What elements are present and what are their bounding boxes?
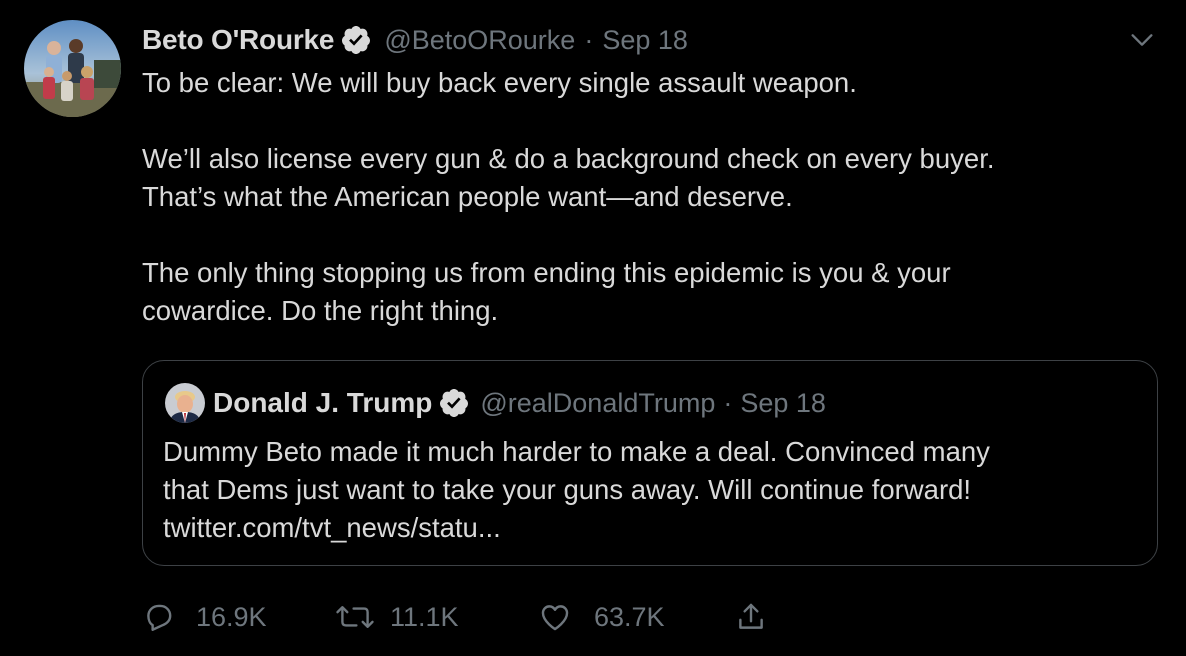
separator-dot: · (584, 24, 594, 55)
verified-badge-icon (438, 387, 470, 419)
quoted-tweet-date[interactable]: Sep 18 (740, 388, 826, 419)
quoted-tweet-text: Dummy Beto made it much harder to make a… (163, 433, 1143, 547)
tweet-text-line: The only thing stopping us from ending t… (142, 257, 951, 288)
tweet[interactable]: Beto O'Rourke @BetoORourke · Sep 18 To b… (0, 0, 1186, 656)
tweet-header: Beto O'Rourke @BetoORourke · Sep 18 (142, 22, 688, 58)
tweet-date[interactable]: Sep 18 (602, 25, 688, 56)
reply-icon (142, 600, 176, 634)
retweet-icon (334, 600, 376, 634)
quoted-link[interactable]: twitter.com/tvt_news/statu... (163, 509, 1143, 547)
chevron-down-icon[interactable] (1128, 26, 1156, 54)
quoted-tweet-header: Donald J. Trump @realDonaldTrump · Sep 1… (213, 383, 826, 423)
quoted-author-handle[interactable]: @realDonaldTrump (480, 388, 715, 419)
like-count: 63.7K (594, 601, 665, 632)
share-icon (734, 600, 768, 634)
quoted-text-line: that Dems just want to take your guns aw… (163, 474, 972, 505)
tweet-text-line: To be clear: We will buy back every sing… (142, 67, 857, 98)
tweet-actions: 16.9K 11.1K 63.7K (142, 596, 842, 638)
retweet-count: 11.1K (390, 601, 459, 632)
reply-count: 16.9K (196, 601, 267, 632)
separator-dot: · (723, 387, 733, 418)
quoted-author-name[interactable]: Donald J. Trump (213, 387, 432, 419)
share-button[interactable] (734, 596, 768, 638)
reply-button[interactable]: 16.9K (142, 596, 267, 638)
like-button[interactable]: 63.7K (538, 596, 665, 638)
quoted-text-line: Dummy Beto made it much harder to make a… (163, 436, 990, 467)
tweet-text-line: cowardice. Do the right thing. (142, 295, 499, 326)
tweet-text-line: That’s what the American people want—and… (142, 181, 793, 212)
verified-badge-icon (340, 24, 372, 56)
author-name[interactable]: Beto O'Rourke (142, 24, 335, 56)
author-avatar[interactable] (24, 20, 121, 117)
retweet-button[interactable]: 11.1K (334, 596, 459, 638)
quoted-tweet[interactable]: Donald J. Trump @realDonaldTrump · Sep 1… (142, 360, 1158, 566)
heart-icon (538, 600, 572, 634)
quoted-author-avatar (165, 383, 205, 423)
author-handle[interactable]: @BetoORourke (384, 25, 575, 56)
tweet-text-line: We’ll also license every gun & do a back… (142, 143, 995, 174)
tweet-text: To be clear: We will buy back every sing… (142, 64, 1152, 330)
